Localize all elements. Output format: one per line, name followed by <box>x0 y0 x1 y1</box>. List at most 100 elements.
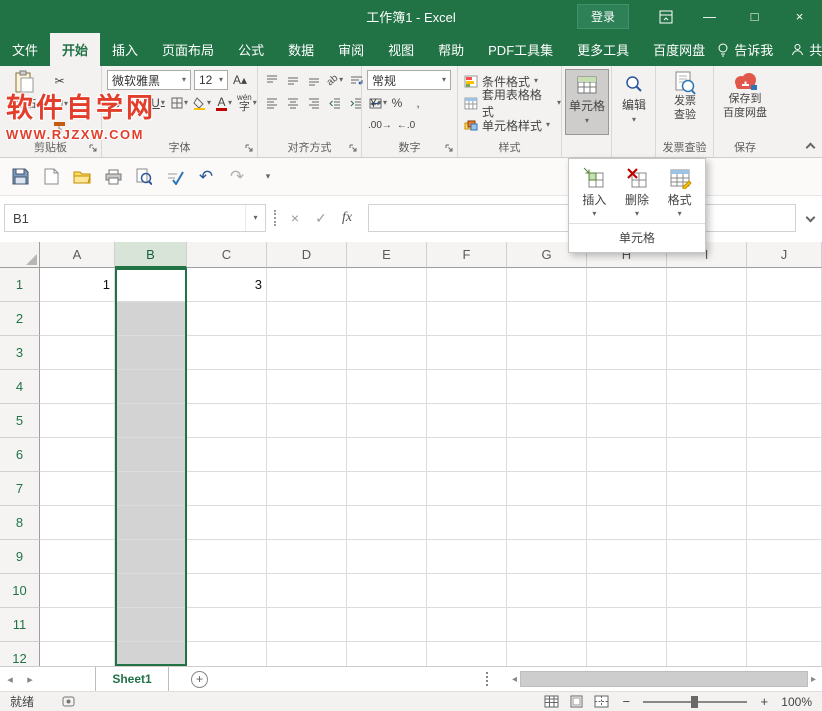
row-header-4[interactable]: 4 <box>0 370 40 404</box>
scroll-right-arrow[interactable]: ▸ <box>811 674 816 685</box>
tab-scroll-splitter[interactable] <box>486 672 488 686</box>
column-header-C[interactable]: C <box>187 242 267 268</box>
cell-I10[interactable] <box>667 574 747 608</box>
cell-J7[interactable] <box>747 472 822 506</box>
row-header-5[interactable]: 5 <box>0 404 40 438</box>
cell-I12[interactable] <box>667 642 747 666</box>
cut-button[interactable]: ✂ <box>50 71 69 91</box>
cell-H2[interactable] <box>587 302 667 336</box>
cell-C5[interactable] <box>187 404 267 438</box>
underline-button[interactable]: U▾ <box>149 93 167 113</box>
italic-button[interactable]: I <box>128 93 146 113</box>
accounting-format-button[interactable]: ¥▾ <box>367 93 385 113</box>
close-button[interactable]: × <box>777 0 822 33</box>
cell-H5[interactable] <box>587 404 667 438</box>
cell-I11[interactable] <box>667 608 747 642</box>
tab-pdf-tools[interactable]: PDF工具集 <box>476 33 565 66</box>
cell-H11[interactable] <box>587 608 667 642</box>
cell-D3[interactable] <box>267 336 347 370</box>
cell-J12[interactable] <box>747 642 822 666</box>
cell-E9[interactable] <box>347 540 427 574</box>
number-format-combo[interactable]: 常规▾ <box>367 70 451 90</box>
cell-C8[interactable] <box>187 506 267 540</box>
format-painter-button[interactable] <box>50 117 69 137</box>
formula-bar-splitter[interactable] <box>274 210 276 226</box>
number-launcher-icon[interactable] <box>444 143 454 153</box>
cell-J2[interactable] <box>747 302 822 336</box>
cell-B4[interactable] <box>115 370 187 404</box>
percent-style-button[interactable]: % <box>388 93 406 113</box>
column-header-B[interactable]: B <box>115 242 187 268</box>
cell-C12[interactable] <box>187 642 267 666</box>
cell-D6[interactable] <box>267 438 347 472</box>
cell-I7[interactable] <box>667 472 747 506</box>
clipboard-launcher-icon[interactable] <box>88 143 98 153</box>
cell-A2[interactable] <box>40 302 115 336</box>
tab-page-layout[interactable]: 页面布局 <box>150 33 226 66</box>
cell-G4[interactable] <box>507 370 587 404</box>
cell-D5[interactable] <box>267 404 347 438</box>
macro-record-button[interactable] <box>62 696 75 707</box>
align-right-button[interactable] <box>305 93 323 113</box>
save-button[interactable] <box>8 165 32 189</box>
cell-B9[interactable] <box>115 540 187 574</box>
cell-I9[interactable] <box>667 540 747 574</box>
cell-E12[interactable] <box>347 642 427 666</box>
cell-J9[interactable] <box>747 540 822 574</box>
page-layout-view-button[interactable] <box>569 695 584 708</box>
cell-G1[interactable] <box>507 268 587 302</box>
row-header-8[interactable]: 8 <box>0 506 40 540</box>
cell-F12[interactable] <box>427 642 507 666</box>
cell-H3[interactable] <box>587 336 667 370</box>
cell-A6[interactable] <box>40 438 115 472</box>
cell-E11[interactable] <box>347 608 427 642</box>
cell-A11[interactable] <box>40 608 115 642</box>
phonetic-button[interactable]: wén字▾ <box>236 93 258 113</box>
cell-G11[interactable] <box>507 608 587 642</box>
login-button[interactable]: 登录 <box>577 4 629 29</box>
cell-A7[interactable] <box>40 472 115 506</box>
maximize-button[interactable]: □ <box>732 0 777 33</box>
cell-H7[interactable] <box>587 472 667 506</box>
cell-B3[interactable] <box>115 336 187 370</box>
ribbon-display-options-button[interactable] <box>651 0 681 33</box>
grow-font-button[interactable]: A▴ <box>231 70 249 90</box>
zoom-slider-thumb[interactable] <box>691 696 698 708</box>
cell-E6[interactable] <box>347 438 427 472</box>
cell-C2[interactable] <box>187 302 267 336</box>
cell-J6[interactable] <box>747 438 822 472</box>
cell-F6[interactable] <box>427 438 507 472</box>
cell-J4[interactable] <box>747 370 822 404</box>
normal-view-button[interactable] <box>544 695 559 708</box>
enter-button[interactable]: ✓ <box>308 204 334 232</box>
cell-J11[interactable] <box>747 608 822 642</box>
tab-file[interactable]: 文件 <box>0 33 50 66</box>
cell-I2[interactable] <box>667 302 747 336</box>
cell-B8[interactable] <box>115 506 187 540</box>
alignment-launcher-icon[interactable] <box>348 143 358 153</box>
cell-D9[interactable] <box>267 540 347 574</box>
tab-baidu-netdisk[interactable]: 百度网盘 <box>641 33 717 66</box>
cell-H6[interactable] <box>587 438 667 472</box>
invoice-check-button[interactable]: 发票 查验 <box>661 71 709 123</box>
cell-J5[interactable] <box>747 404 822 438</box>
name-box[interactable]: B1 ▾ <box>4 204 266 232</box>
cell-J3[interactable] <box>747 336 822 370</box>
decrease-indent-button[interactable] <box>326 93 344 113</box>
cell-B11[interactable] <box>115 608 187 642</box>
select-all-button[interactable] <box>0 242 40 268</box>
cell-B10[interactable] <box>115 574 187 608</box>
cell-D11[interactable] <box>267 608 347 642</box>
scroll-left-arrow[interactable]: ◂ <box>512 674 517 685</box>
cell-F3[interactable] <box>427 336 507 370</box>
borders-button[interactable]: ▾ <box>170 93 189 113</box>
row-header-6[interactable]: 6 <box>0 438 40 472</box>
font-size-combo[interactable]: 12▾ <box>194 70 228 90</box>
cell-G8[interactable] <box>507 506 587 540</box>
cell-I3[interactable] <box>667 336 747 370</box>
page-break-view-button[interactable] <box>594 695 609 708</box>
cell-G3[interactable] <box>507 336 587 370</box>
cell-A4[interactable] <box>40 370 115 404</box>
cell-F9[interactable] <box>427 540 507 574</box>
tab-help[interactable]: 帮助 <box>426 33 476 66</box>
